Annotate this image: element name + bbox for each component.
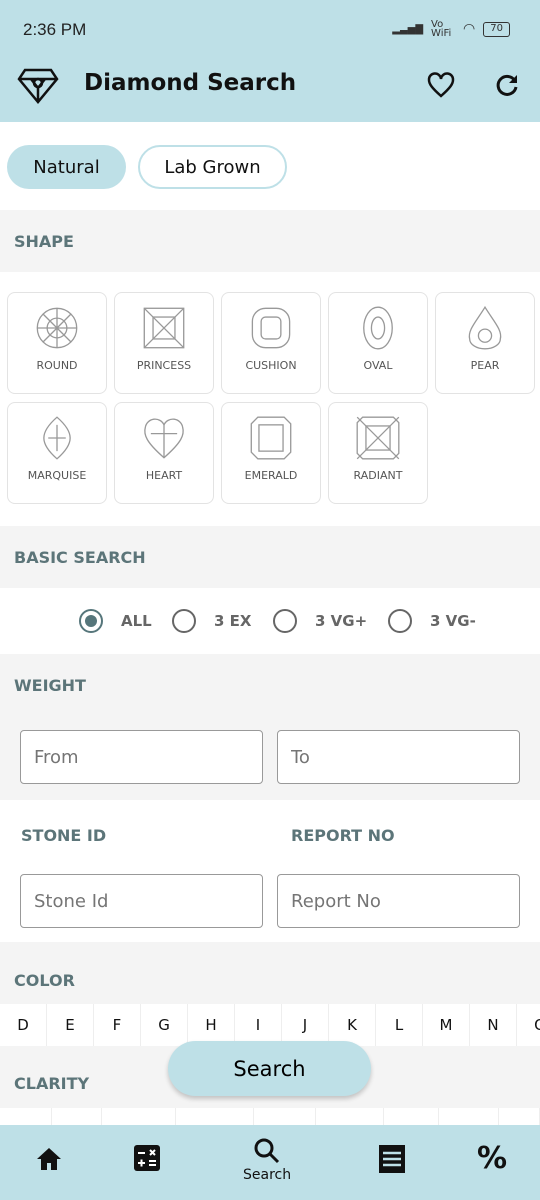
radio-label: ALL <box>121 612 152 630</box>
stone-id-label: STONE ID <box>21 826 107 845</box>
lab-grown-toggle[interactable]: Lab Grown <box>138 145 287 189</box>
radio-label: 3 VG+ <box>315 612 368 630</box>
shape-pear[interactable]: PEAR <box>435 292 535 394</box>
percent-icon: % <box>477 1141 508 1176</box>
report-no-label: REPORT NO <box>291 826 395 845</box>
radio-button[interactable] <box>172 609 196 633</box>
nav-home[interactable] <box>36 1147 62 1171</box>
shape-label: EMERALD <box>244 469 298 482</box>
color-option-j[interactable]: J <box>282 1004 329 1046</box>
radio-3vg-plus[interactable]: 3 VG+ <box>273 609 367 633</box>
shape-label: RADIANT <box>353 469 403 482</box>
shape-label: PEAR <box>470 359 500 372</box>
weight-from-input[interactable] <box>20 730 263 784</box>
page-title: Diamond Search <box>84 70 297 96</box>
radio-label: 3 VG- <box>430 612 476 630</box>
round-shape-icon <box>36 307 78 349</box>
status-time: 2:36 PM <box>23 20 87 39</box>
heart-icon[interactable] <box>427 72 455 98</box>
marquise-shape-icon <box>43 416 71 460</box>
pear-shape-icon <box>468 305 502 350</box>
shape-emerald[interactable]: EMERALD <box>221 402 321 504</box>
report-no-input[interactable] <box>277 874 520 928</box>
princess-shape-icon <box>143 307 185 349</box>
shape-label: HEART <box>145 469 183 482</box>
shape-radiant[interactable]: RADIANT <box>328 402 428 504</box>
wifi-label: Vo WiFi <box>431 19 452 39</box>
shape-cushion[interactable]: CUSHION <box>221 292 321 394</box>
color-option-o[interactable]: O <box>517 1004 540 1046</box>
shape-section-title: SHAPE <box>0 210 540 272</box>
color-option-l[interactable]: L <box>376 1004 423 1046</box>
color-option-g[interactable]: G <box>141 1004 188 1046</box>
shape-oval[interactable]: OVAL <box>328 292 428 394</box>
nav-search-label: Search <box>243 1167 292 1183</box>
app-header: 2:36 PM ▂▃▅▇ Vo WiFi ◠ 70 Diamond Search <box>0 0 540 122</box>
color-option-m[interactable]: M <box>423 1004 470 1046</box>
nav-orders[interactable] <box>379 1145 405 1173</box>
bottom-nav: Search % <box>0 1125 540 1200</box>
radio-button[interactable] <box>79 609 103 633</box>
oval-shape-icon <box>363 306 393 350</box>
radio-3vg-minus[interactable]: 3 VG- <box>388 609 476 633</box>
battery-icon: 70 <box>483 21 510 37</box>
color-option-i[interactable]: I <box>235 1004 282 1046</box>
radio-label: 3 EX <box>214 612 252 630</box>
refresh-icon[interactable] <box>495 73 519 97</box>
weight-title: WEIGHT <box>0 654 540 716</box>
color-option-k[interactable]: K <box>329 1004 376 1046</box>
search-icon <box>254 1138 280 1164</box>
shape-label: OVAL <box>363 359 393 372</box>
shape-heart[interactable]: HEART <box>114 402 214 504</box>
shape-marquise[interactable]: MARQUISE <box>7 402 107 504</box>
cushion-shape-icon <box>251 307 291 349</box>
emerald-shape-icon <box>250 416 292 460</box>
shape-label: ROUND <box>36 359 78 372</box>
radio-button[interactable] <box>388 609 412 633</box>
shape-princess[interactable]: PRINCESS <box>114 292 214 394</box>
shape-label: PRINCESS <box>136 359 192 372</box>
calculator-icon <box>134 1145 160 1171</box>
status-icons: ▂▃▅▇ Vo WiFi ◠ 70 <box>392 19 510 39</box>
clarity-row <box>0 1108 540 1125</box>
color-title: COLOR <box>0 942 540 1004</box>
shape-round[interactable]: ROUND <box>7 292 107 394</box>
home-icon <box>37 1148 61 1170</box>
radio-all[interactable]: ALL <box>79 609 152 633</box>
radio-button[interactable] <box>273 609 297 633</box>
natural-toggle[interactable]: Natural <box>7 145 126 189</box>
nav-calculator[interactable] <box>134 1145 160 1171</box>
color-option-n[interactable]: N <box>470 1004 517 1046</box>
search-button[interactable]: Search <box>168 1041 371 1096</box>
nav-offers[interactable]: % <box>477 1141 507 1176</box>
color-option-f[interactable]: F <box>94 1004 141 1046</box>
color-option-h[interactable]: H <box>188 1004 235 1046</box>
color-option-d[interactable]: D <box>0 1004 47 1046</box>
shape-label: CUSHION <box>245 359 297 372</box>
weight-to-input[interactable] <box>277 730 520 784</box>
color-row: DEFGHIJKLMNO <box>0 1004 540 1046</box>
stone-id-input[interactable] <box>20 874 263 928</box>
basic-search-title: BASIC SEARCH <box>0 526 540 588</box>
wifi-icon: ◠ <box>463 21 476 37</box>
radiant-shape-icon <box>356 416 400 460</box>
diamond-icon <box>17 68 59 104</box>
nav-search[interactable]: Search <box>243 1137 291 1183</box>
color-option-e[interactable]: E <box>47 1004 94 1046</box>
heart-shape-icon <box>144 418 184 459</box>
signal-icon: ▂▃▅▇ <box>392 23 424 35</box>
radio-3ex[interactable]: 3 EX <box>172 609 251 633</box>
receipt-icon <box>379 1145 405 1173</box>
shape-label: MARQUISE <box>27 469 87 482</box>
